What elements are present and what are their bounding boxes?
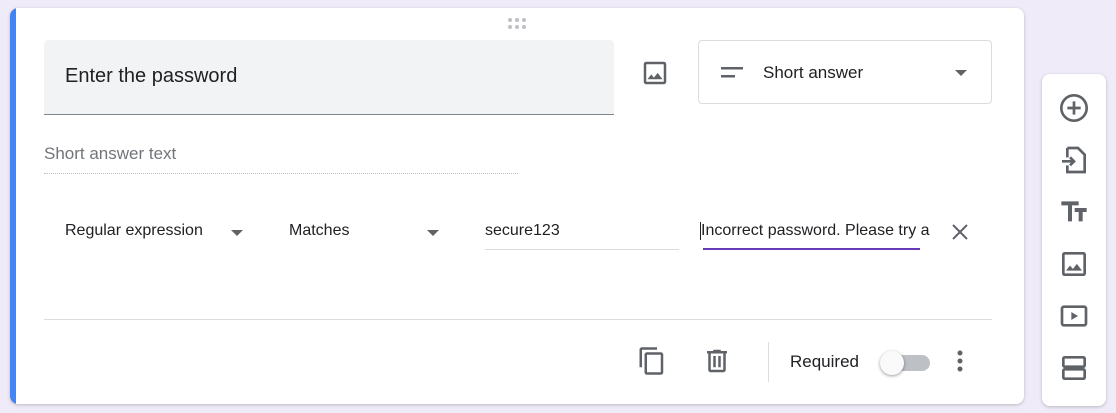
focus-underline	[703, 248, 920, 250]
add-image-button[interactable]	[640, 58, 670, 88]
video-icon	[1060, 305, 1088, 327]
copy-icon	[639, 347, 664, 375]
active-indicator	[10, 8, 16, 404]
question-type-select[interactable]: Short answer	[698, 40, 992, 104]
add-image-toolbar-button[interactable]	[1058, 248, 1090, 280]
validation-type-label: Regular expression	[65, 222, 203, 239]
toggle-thumb	[880, 351, 904, 375]
duplicate-button[interactable]	[637, 346, 667, 376]
answer-preview-field: Short answer text	[44, 144, 518, 174]
drag-handle[interactable]	[508, 18, 530, 30]
floating-toolbar	[1042, 74, 1106, 406]
chevron-down-icon	[427, 230, 439, 236]
validation-type-select[interactable]: Regular expression	[65, 220, 245, 244]
short-text-icon	[721, 67, 743, 78]
question-title-text: Enter the password	[65, 65, 238, 87]
add-video-button[interactable]	[1058, 300, 1090, 332]
add-circle-icon	[1060, 94, 1088, 122]
footer-separator	[768, 342, 769, 382]
question-title-input[interactable]: Enter the password	[44, 40, 614, 115]
import-questions-button[interactable]	[1058, 144, 1090, 176]
import-icon	[1062, 146, 1086, 174]
trash-icon	[707, 349, 727, 373]
question-type-label: Short answer	[763, 63, 864, 82]
add-section-button[interactable]	[1058, 352, 1090, 384]
add-question-button[interactable]	[1058, 92, 1090, 124]
chevron-down-icon	[231, 230, 243, 236]
required-toggle[interactable]	[880, 351, 930, 375]
chevron-down-icon	[955, 70, 967, 76]
image-icon	[643, 61, 667, 85]
validation-condition-select[interactable]: Matches	[289, 220, 441, 244]
validation-condition-label: Matches	[289, 222, 350, 239]
text-fields-icon	[1061, 201, 1087, 222]
footer-divider	[44, 319, 992, 320]
close-icon	[952, 224, 968, 240]
question-card[interactable]: Enter the password Short answer Short an…	[10, 8, 1024, 404]
more-vert-icon	[957, 350, 963, 372]
custom-error-input[interactable]: Incorrect password. Please try again.	[700, 220, 930, 250]
error-text-value: Incorrect password. Please try again.	[700, 222, 930, 240]
section-icon	[1062, 356, 1086, 380]
delete-button[interactable]	[702, 346, 732, 376]
more-options-button[interactable]	[950, 346, 970, 376]
pattern-value: secure123	[485, 222, 560, 239]
pattern-input[interactable]: secure123	[485, 220, 679, 250]
answer-placeholder: Short answer text	[44, 144, 177, 163]
remove-validation-button[interactable]	[950, 222, 970, 242]
add-title-button[interactable]	[1058, 196, 1090, 228]
image-icon	[1062, 252, 1086, 276]
required-label: Required	[790, 352, 859, 371]
